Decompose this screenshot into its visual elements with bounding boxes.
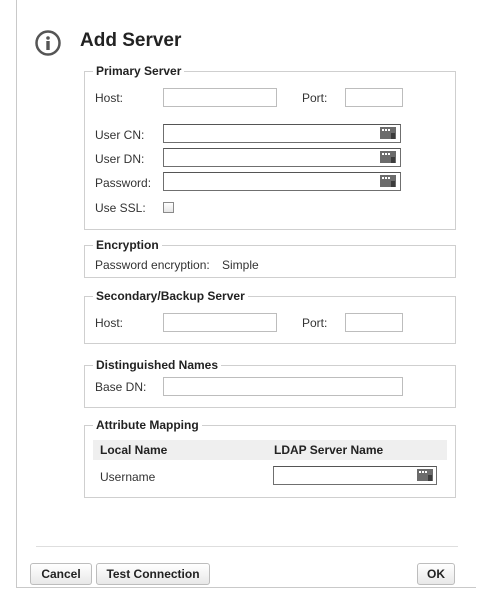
column-header-local-name: Local Name [100, 443, 168, 457]
attribute-mapping-header: Local Name LDAP Server Name [93, 440, 447, 460]
virtual-keyboard-icon[interactable] [417, 468, 433, 482]
info-icon [35, 30, 61, 56]
secondary-port-label: Port: [302, 316, 328, 330]
user-cn-input[interactable] [163, 124, 401, 143]
user-dn-label: User DN: [95, 152, 145, 166]
password-encryption-value: Simple [222, 258, 259, 272]
base-dn-input[interactable] [163, 377, 403, 396]
mapping-row-local-name: Username [100, 470, 156, 484]
cancel-button[interactable]: Cancel [30, 563, 92, 585]
primary-host-input[interactable] [163, 88, 277, 107]
distinguished-names-legend: Distinguished Names [96, 358, 219, 372]
virtual-keyboard-icon[interactable] [380, 126, 396, 140]
password-label: Password: [95, 176, 152, 190]
encryption-legend: Encryption [96, 238, 159, 252]
secondary-server-legend: Secondary/Backup Server [96, 289, 245, 303]
use-ssl-label: Use SSL: [95, 201, 146, 215]
host-label: Host: [95, 91, 124, 105]
attribute-mapping-legend: Attribute Mapping [96, 418, 199, 432]
port-label: Port: [302, 91, 328, 105]
column-header-ldap-server-name: LDAP Server Name [274, 443, 384, 457]
secondary-port-input[interactable] [345, 313, 403, 332]
use-ssl-checkbox[interactable] [163, 202, 174, 213]
secondary-host-label: Host: [95, 316, 124, 330]
footer-divider [36, 546, 458, 547]
user-dn-input[interactable] [163, 148, 401, 167]
virtual-keyboard-icon[interactable] [380, 174, 396, 188]
primary-port-input[interactable] [345, 88, 403, 107]
base-dn-label: Base DN: [95, 380, 147, 394]
dialog-title: Add Server [80, 30, 182, 51]
secondary-host-input[interactable] [163, 313, 277, 332]
ok-button[interactable]: OK [417, 563, 455, 585]
ldap-username-input[interactable] [273, 466, 437, 485]
virtual-keyboard-icon[interactable] [380, 150, 396, 164]
test-connection-button[interactable]: Test Connection [96, 563, 210, 585]
user-cn-label: User CN: [95, 128, 145, 142]
primary-server-legend: Primary Server [96, 64, 182, 78]
password-input[interactable] [163, 172, 401, 191]
password-encryption-label: Password encryption: [95, 258, 210, 272]
